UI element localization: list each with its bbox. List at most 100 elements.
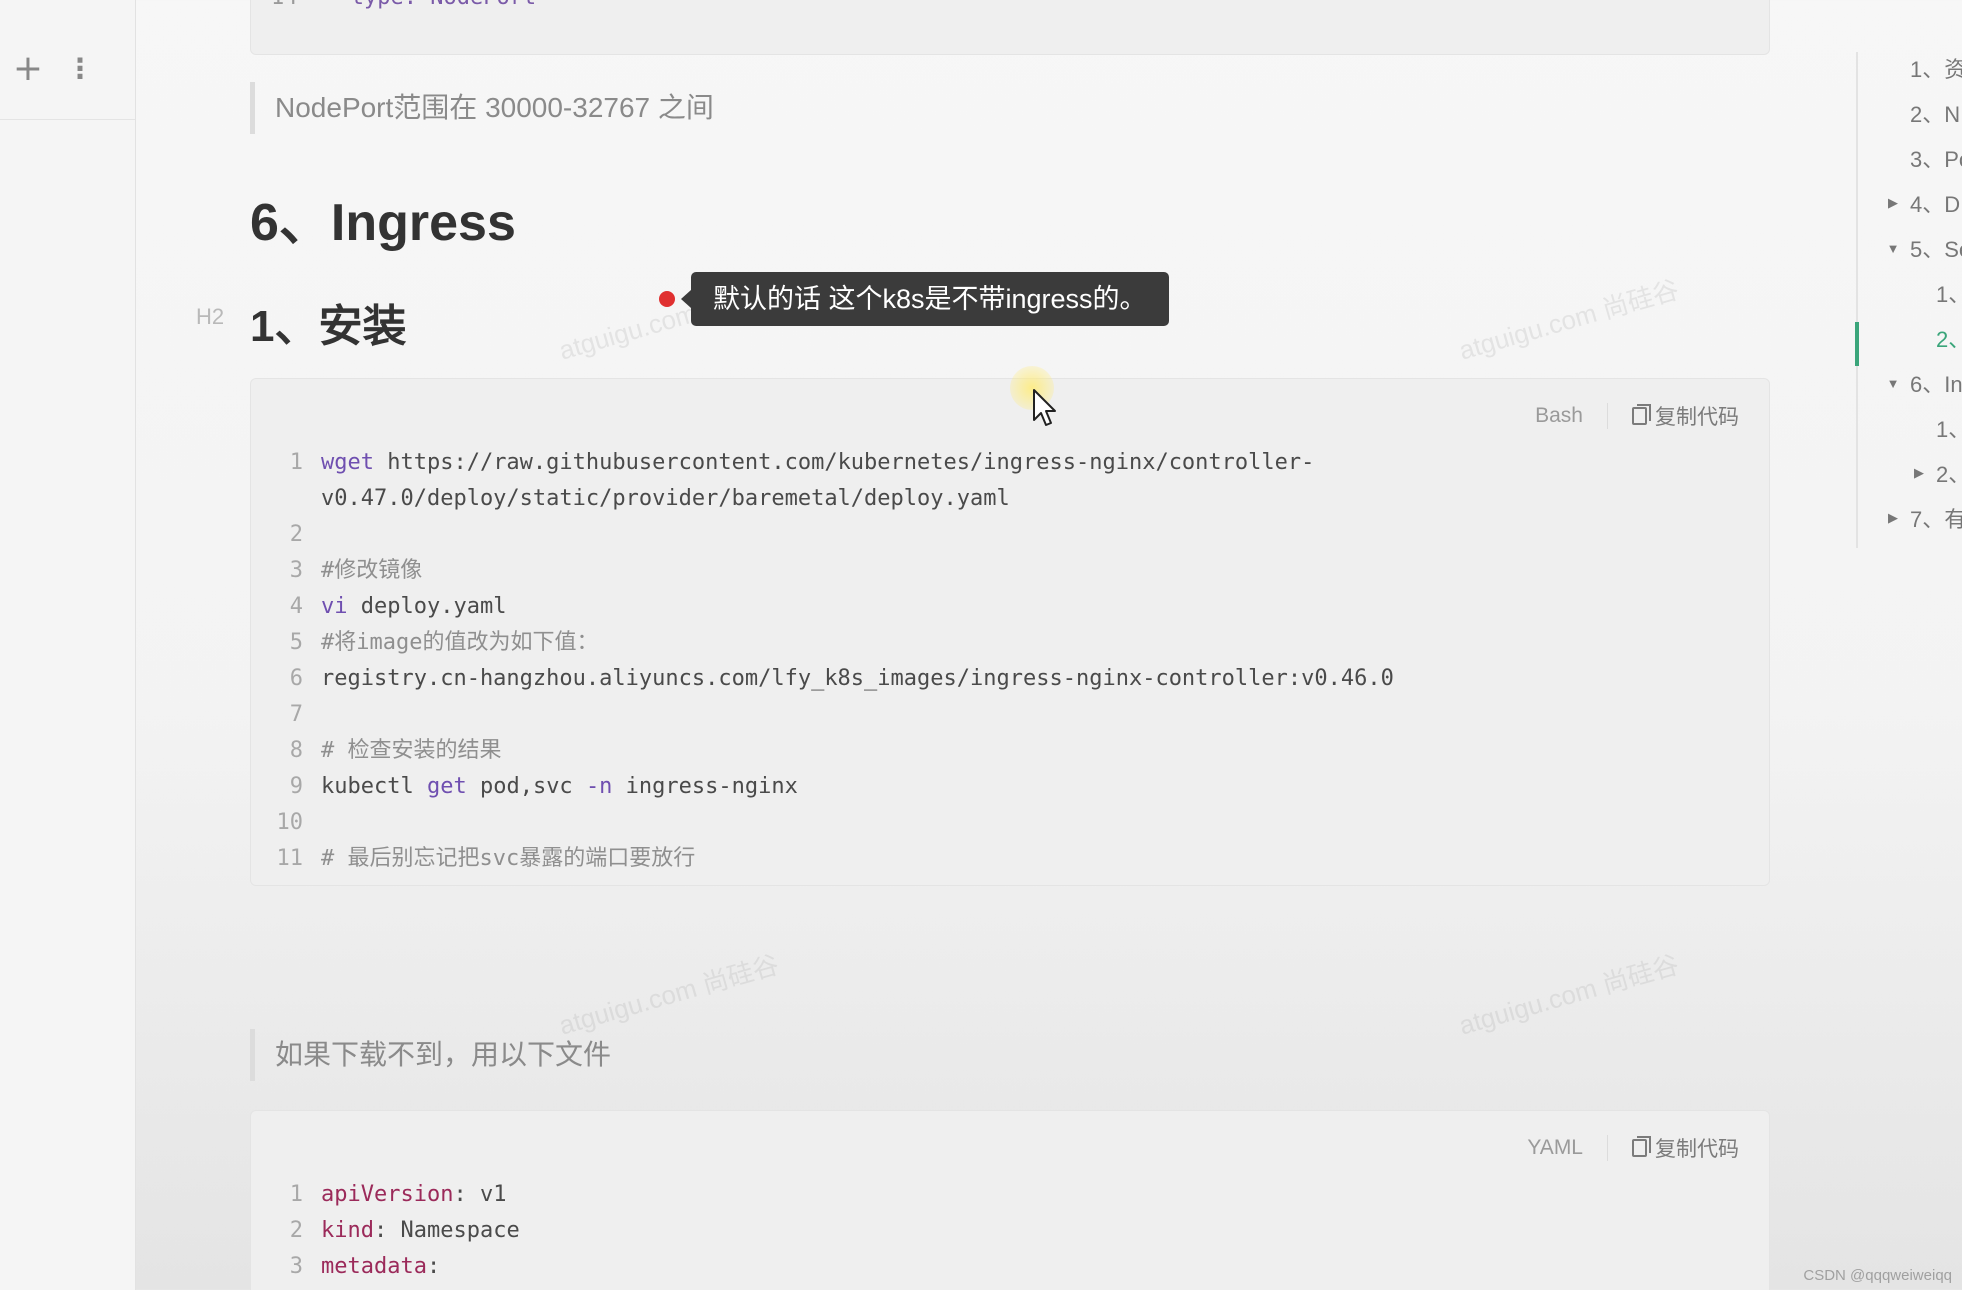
yaml-value: v1 bbox=[466, 1182, 507, 1207]
code-line: 3 metadata: bbox=[251, 1249, 1769, 1285]
line-number: 7 bbox=[289, 702, 303, 727]
code-lines[interactable]: 1 wget https://raw.githubusercontent.com… bbox=[251, 445, 1769, 877]
copy-label: 复制代码 bbox=[1655, 1138, 1739, 1161]
outline-item-label: 5、Se bbox=[1910, 237, 1962, 262]
copy-icon bbox=[1632, 404, 1651, 425]
caret-right-icon[interactable]: ▶ bbox=[1886, 510, 1900, 526]
code-line: 7 bbox=[251, 697, 1769, 733]
code-line: 3 #修改镜像 bbox=[251, 553, 1769, 589]
video-caption: 默认的话 这个k8s是不带ingress的。 bbox=[659, 272, 1169, 326]
code-line: 2 kind: Namespace bbox=[251, 1213, 1769, 1249]
caret-down-icon[interactable]: ▼ bbox=[1886, 241, 1900, 256]
option-flag: -n bbox=[585, 774, 613, 799]
caret-down-icon[interactable]: ▼ bbox=[1886, 376, 1900, 391]
code-line: 2 bbox=[251, 517, 1769, 553]
yaml-key: kind bbox=[321, 1218, 374, 1243]
code-line: 9 kubectl get pod,svc -n ingress-nginx bbox=[251, 769, 1769, 805]
outline-item-label: 2、N bbox=[1910, 102, 1961, 127]
copy-label: 复制代码 bbox=[1655, 406, 1739, 429]
code-block-bash: Bash 复制代码 1 wget https://raw.githubuserc… bbox=[250, 378, 1770, 886]
outline-item-label: 2、 bbox=[1936, 327, 1962, 352]
code-line: 6 registry.cn-hangzhou.aliyuncs.com/lfy_… bbox=[251, 661, 1769, 697]
code-line: 1 wget https://raw.githubusercontent.com… bbox=[251, 445, 1769, 517]
document-body: 14 type: NodePort NodePort范围在 30000-3276… bbox=[136, 0, 1836, 1290]
code-rest: https://raw.githubusercontent.com/kubern… bbox=[321, 450, 1315, 511]
line-number: 3 bbox=[289, 558, 303, 583]
plus-icon[interactable]: + bbox=[8, 48, 48, 89]
rail-toolbar: + ⋮ bbox=[0, 0, 135, 120]
caption-text: 默认的话 这个k8s是不带ingress的。 bbox=[681, 272, 1169, 326]
code-rest: deploy.yaml bbox=[347, 594, 507, 619]
code-line: 5 #将image的值改为如下值： bbox=[251, 625, 1769, 661]
caret-right-icon[interactable]: ▶ bbox=[1886, 195, 1900, 211]
line-number: 5 bbox=[289, 630, 303, 655]
outline-item[interactable]: ▼ 5、Se bbox=[1886, 232, 1962, 264]
line-number: 1 bbox=[289, 450, 303, 475]
outline-item[interactable]: ▼ 6、In bbox=[1886, 367, 1962, 399]
code-line: 11 # 最后别忘记把svc暴露的端口要放行 bbox=[251, 841, 1769, 877]
code-toolbar: Bash 复制代码 bbox=[1535, 401, 1739, 431]
yaml-value: Namespace bbox=[387, 1218, 520, 1243]
code-lines[interactable]: 1 apiVersion: v1 2 kind: Namespace 3 met… bbox=[251, 1177, 1769, 1285]
code-fragment: 14 type: NodePort bbox=[271, 0, 536, 10]
outline-item-label: 1、 bbox=[1936, 417, 1962, 442]
outline-item[interactable]: ▶ 4、D bbox=[1886, 187, 1960, 219]
outline-item-label: 6、In bbox=[1910, 372, 1962, 397]
line-number: 8 bbox=[289, 738, 303, 763]
outline-active-indicator bbox=[1855, 322, 1859, 366]
code-text: metadata: bbox=[321, 1254, 441, 1279]
outline-item[interactable]: 2、N bbox=[1910, 97, 1960, 129]
code-part: ingress-nginx bbox=[612, 774, 798, 799]
copy-code-button[interactable]: 复制代码 bbox=[1632, 1133, 1739, 1163]
code-line: 1 apiVersion: v1 bbox=[251, 1177, 1769, 1213]
yaml-key: metadata bbox=[321, 1254, 427, 1279]
code-line: 10 bbox=[251, 805, 1769, 841]
line-number: 4 bbox=[289, 594, 303, 619]
keyword: get bbox=[426, 774, 467, 799]
code-language: Bash bbox=[1535, 404, 1583, 427]
outline-item-label: 3、Po bbox=[1910, 147, 1962, 172]
line-number: 14 bbox=[271, 0, 298, 10]
code-line: 8 # 检查安装的结果 bbox=[251, 733, 1769, 769]
code-text: type: NodePort bbox=[351, 0, 536, 10]
outline-item-label: 1、 bbox=[1936, 282, 1962, 307]
credit-text: CSDN @qqqweiweiqq bbox=[1803, 1267, 1952, 1284]
outline-item[interactable]: 1、资 bbox=[1910, 52, 1962, 84]
line-number: 2 bbox=[289, 522, 303, 547]
record-dot-icon bbox=[659, 291, 675, 307]
mouse-pointer-icon bbox=[1033, 389, 1056, 426]
code-toolbar: YAML 复制代码 bbox=[1527, 1133, 1739, 1163]
code-block-previous: 14 type: NodePort bbox=[250, 0, 1770, 55]
note-download-fallback: 如果下载不到，用以下文件 bbox=[250, 1029, 611, 1081]
keyword: vi bbox=[321, 594, 348, 619]
code-text: apiVersion: v1 bbox=[321, 1182, 507, 1207]
copy-icon bbox=[1632, 1136, 1651, 1157]
yaml-key: apiVersion bbox=[321, 1182, 454, 1207]
outline-item-label: 4、D bbox=[1910, 192, 1961, 217]
heading-ingress: 6、Ingress bbox=[250, 194, 516, 252]
outline-item[interactable]: 2、 bbox=[1936, 322, 1962, 354]
vertical-ellipsis-icon[interactable]: ⋮ bbox=[60, 48, 100, 88]
copy-code-button[interactable]: 复制代码 bbox=[1632, 401, 1739, 431]
caret-right-icon[interactable]: ▶ bbox=[1912, 465, 1926, 481]
code-comment: #将image的值改为如下值： bbox=[321, 630, 599, 655]
outline-item[interactable]: 1、 bbox=[1936, 277, 1962, 309]
line-number: 11 bbox=[276, 846, 304, 871]
divider bbox=[1607, 1135, 1608, 1161]
code-line: 4 vi deploy.yaml bbox=[251, 589, 1769, 625]
code-text: vi deploy.yaml bbox=[321, 589, 1769, 625]
code-comment: #修改镜像 bbox=[321, 558, 423, 583]
outline-item-label: 1、资 bbox=[1910, 57, 1962, 82]
outline-item[interactable]: ▶ 7、有 bbox=[1886, 502, 1962, 534]
heading-level-marker: H2 bbox=[196, 304, 225, 329]
outline-item[interactable]: 3、Po bbox=[1910, 142, 1962, 174]
outline-item[interactable]: ▶ 2、 bbox=[1912, 457, 1962, 489]
line-number: 1 bbox=[289, 1182, 303, 1207]
line-number: 2 bbox=[289, 1218, 303, 1243]
outline-item[interactable]: 1、 bbox=[1936, 412, 1962, 444]
divider bbox=[1607, 403, 1608, 429]
code-text: registry.cn-hangzhou.aliyuncs.com/lfy_k8… bbox=[321, 666, 1394, 691]
